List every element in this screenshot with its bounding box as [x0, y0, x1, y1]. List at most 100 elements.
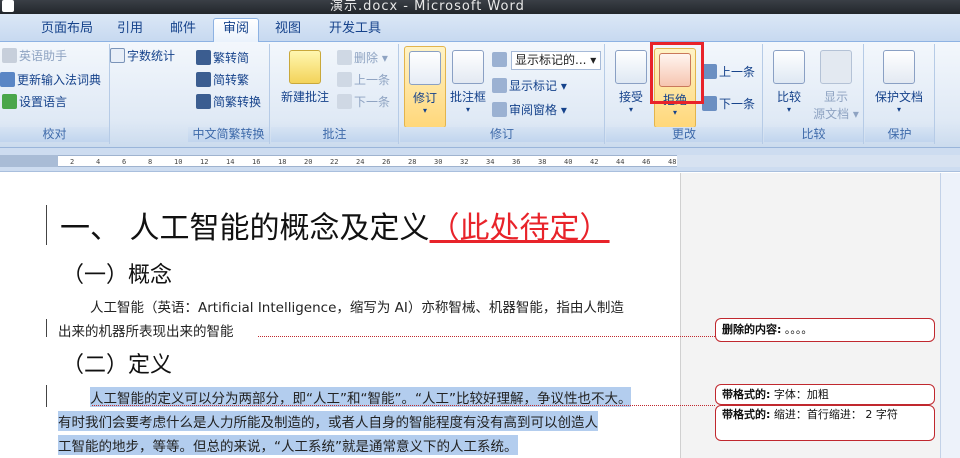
abc-123-icon	[110, 48, 125, 63]
paragraph-2-line-3[interactable]: 工智能的地步，等等。但总的来说，“人工系统”就是通常意义下的人工系统。	[58, 435, 518, 455]
ruler-tick-label: 46	[642, 158, 651, 166]
balloon-leader-1	[258, 336, 715, 337]
group-chinese-conversion: 繁转简 简转繁 简繁转换 中文简繁转换	[188, 44, 270, 144]
next-comment-icon	[337, 94, 352, 109]
ruler-tick-label: 30	[434, 158, 443, 166]
ruler-left-margin	[0, 155, 58, 167]
tab-view[interactable]: 视图	[268, 19, 308, 41]
reject-caret: ▾	[672, 108, 677, 117]
window-title: 演示.docx - Microsoft Word	[330, 0, 525, 14]
display-for-review	[492, 50, 509, 70]
prev-comment-icon	[337, 72, 352, 87]
office-icon[interactable]	[2, 0, 14, 12]
balloons-button[interactable]: 批注框 ▾	[448, 46, 488, 126]
paragraph-2-line-2[interactable]: 有时我们会要考虑什么是人力所能及制造的，或者人自身的智能程度有没有高到可以创造人	[58, 411, 598, 431]
accept-button[interactable]: 接受 ▾	[610, 46, 652, 126]
paragraph-2-line-1[interactable]: 人工智能的定义可以分为两部分，即“人工”和“智能”。“人工”比较好理解，争议性也…	[90, 387, 632, 407]
delete-comment-button[interactable]: 删除 ▾	[337, 48, 388, 68]
change-bar	[46, 319, 47, 337]
delete-comment-icon	[337, 50, 352, 65]
trad-simp-icon	[196, 50, 211, 65]
ruler-tick-label: 12	[200, 158, 209, 166]
document-area: 一、 人工智能的概念及定义（此处待定） （一）概念 人工智能（英语：Artifi…	[0, 173, 960, 458]
balloons-caret: ▾	[465, 105, 470, 114]
accept-caret: ▾	[628, 105, 633, 114]
ribbon: 英语助手 更新输入法词典 设置语言 校对 字数统计 繁转简 简转繁 简繁转换 中…	[0, 42, 960, 148]
balloon-format-indent[interactable]: 带格式的: 缩进：首行缩进： 2 字符	[715, 405, 935, 441]
next-comment-button[interactable]: 下一条	[337, 92, 390, 112]
ruler-tick-label: 18	[278, 158, 287, 166]
display-markup-combo[interactable]: 显示标记的... ▾	[511, 51, 601, 70]
next-change-icon	[702, 96, 717, 111]
change-bar	[46, 385, 47, 407]
show-markup-icon	[492, 78, 507, 93]
reject-highlight-box	[650, 42, 704, 104]
horizontal-ruler[interactable]: 2 4 6 8 10 12 14 16 18 20 22 24 26 28 30 32 34 36 38 40 42 44…	[0, 148, 960, 172]
ruler-tick-label: 8	[148, 158, 153, 166]
balloon-leader-2	[92, 405, 715, 406]
prev-comment-button[interactable]: 上一条	[337, 70, 390, 90]
balloon-format-font[interactable]: 带格式的: 字体：加粗	[715, 384, 935, 405]
show-markup-button[interactable]: 显示标记 ▾	[492, 76, 567, 96]
tab-review[interactable]: 审阅	[213, 18, 259, 42]
ruler-tick-label: 34	[486, 158, 495, 166]
ruler-tick-label: 2	[70, 158, 75, 166]
ruler-tick-label: 36	[512, 158, 521, 166]
ruler-right-margin	[677, 155, 960, 167]
group-label-proofing: 校对	[0, 127, 109, 142]
new-comment-button[interactable]: 新建批注	[277, 46, 333, 126]
tab-references[interactable]: 引用	[110, 19, 150, 41]
group-label-comments: 批注	[271, 127, 398, 142]
paragraph-1-line-2[interactable]: 出来的机器所表现出来的智能	[58, 320, 234, 340]
review-pane-button[interactable]: 审阅窗格 ▾	[492, 100, 567, 120]
heading-1[interactable]: 一、 人工智能的概念及定义（此处待定）	[60, 203, 610, 247]
lock-document-icon	[883, 50, 915, 84]
show-source-icon	[820, 50, 852, 84]
dictionary-icon	[0, 72, 15, 87]
ruler-tick-label: 40	[564, 158, 573, 166]
compare-button[interactable]: 比较 ▾	[768, 46, 810, 126]
prev-change-button[interactable]: 上一条	[702, 62, 755, 82]
conversion-icon	[196, 94, 211, 109]
english-assistant-button[interactable]: 英语助手	[2, 46, 67, 66]
compare-icon	[773, 50, 805, 84]
conversion-button[interactable]: 简繁转换	[196, 92, 261, 112]
balloon-deleted[interactable]: 删除的内容: 。。。。	[715, 318, 935, 342]
paragraph-1-line-1[interactable]: 人工智能（英语：Artificial Intelligence，缩写为 AI）亦…	[90, 296, 624, 316]
trad-to-simp-button[interactable]: 繁转简	[196, 48, 249, 68]
ruler-tick-label: 14	[226, 158, 235, 166]
ruler-tick-label: 22	[330, 158, 339, 166]
tab-mailings[interactable]: 邮件	[163, 19, 203, 41]
simp-to-trad-button[interactable]: 简转繁	[196, 70, 249, 90]
change-bar	[46, 205, 47, 245]
document-page[interactable]: 一、 人工智能的概念及定义（此处待定） （一）概念 人工智能（英语：Artifi…	[0, 173, 680, 458]
group-compare: 比较 ▾ 显示 源文档 ▾ 比较	[764, 44, 864, 144]
ruler-tick-label: 6	[122, 158, 127, 166]
ruler-tick-label: 42	[590, 158, 599, 166]
ruler-tick-label: 16	[252, 158, 261, 166]
tab-developer[interactable]: 开发工具	[322, 19, 388, 41]
group-label-changes: 更改	[606, 127, 762, 142]
ribbon-tabs: 页面布局 引用 邮件 审阅 视图 开发工具	[0, 14, 960, 42]
word-count-button[interactable]: 字数统计	[110, 46, 175, 66]
track-changes-icon	[409, 51, 441, 85]
track-changes-button[interactable]: 修订 ▾	[404, 46, 446, 128]
globe-icon	[2, 94, 17, 109]
set-language-button[interactable]: 设置语言	[2, 92, 67, 112]
heading-2-concept[interactable]: （一）概念	[62, 257, 172, 289]
simp-trad-icon	[196, 72, 211, 87]
prev-change-icon	[702, 64, 717, 79]
ruler-tick-label: 24	[356, 158, 365, 166]
protect-document-button[interactable]: 保护文档 ▾	[869, 46, 929, 126]
heading-2-definition[interactable]: （二）定义	[62, 347, 172, 379]
review-pane-icon	[492, 102, 507, 117]
show-source-button[interactable]: 显示 源文档 ▾	[812, 46, 860, 126]
update-ime-button[interactable]: 更新输入法词典	[0, 70, 101, 90]
group-label-protect: 保护	[865, 127, 934, 142]
ruler-tick-label: 26	[382, 158, 391, 166]
ruler-tick-label: 4	[96, 158, 101, 166]
ruler-tick-label: 32	[460, 158, 469, 166]
next-change-button[interactable]: 下一条	[702, 94, 755, 114]
vertical-scrollbar[interactable]	[940, 173, 960, 458]
tab-page-layout[interactable]: 页面布局	[36, 19, 98, 41]
